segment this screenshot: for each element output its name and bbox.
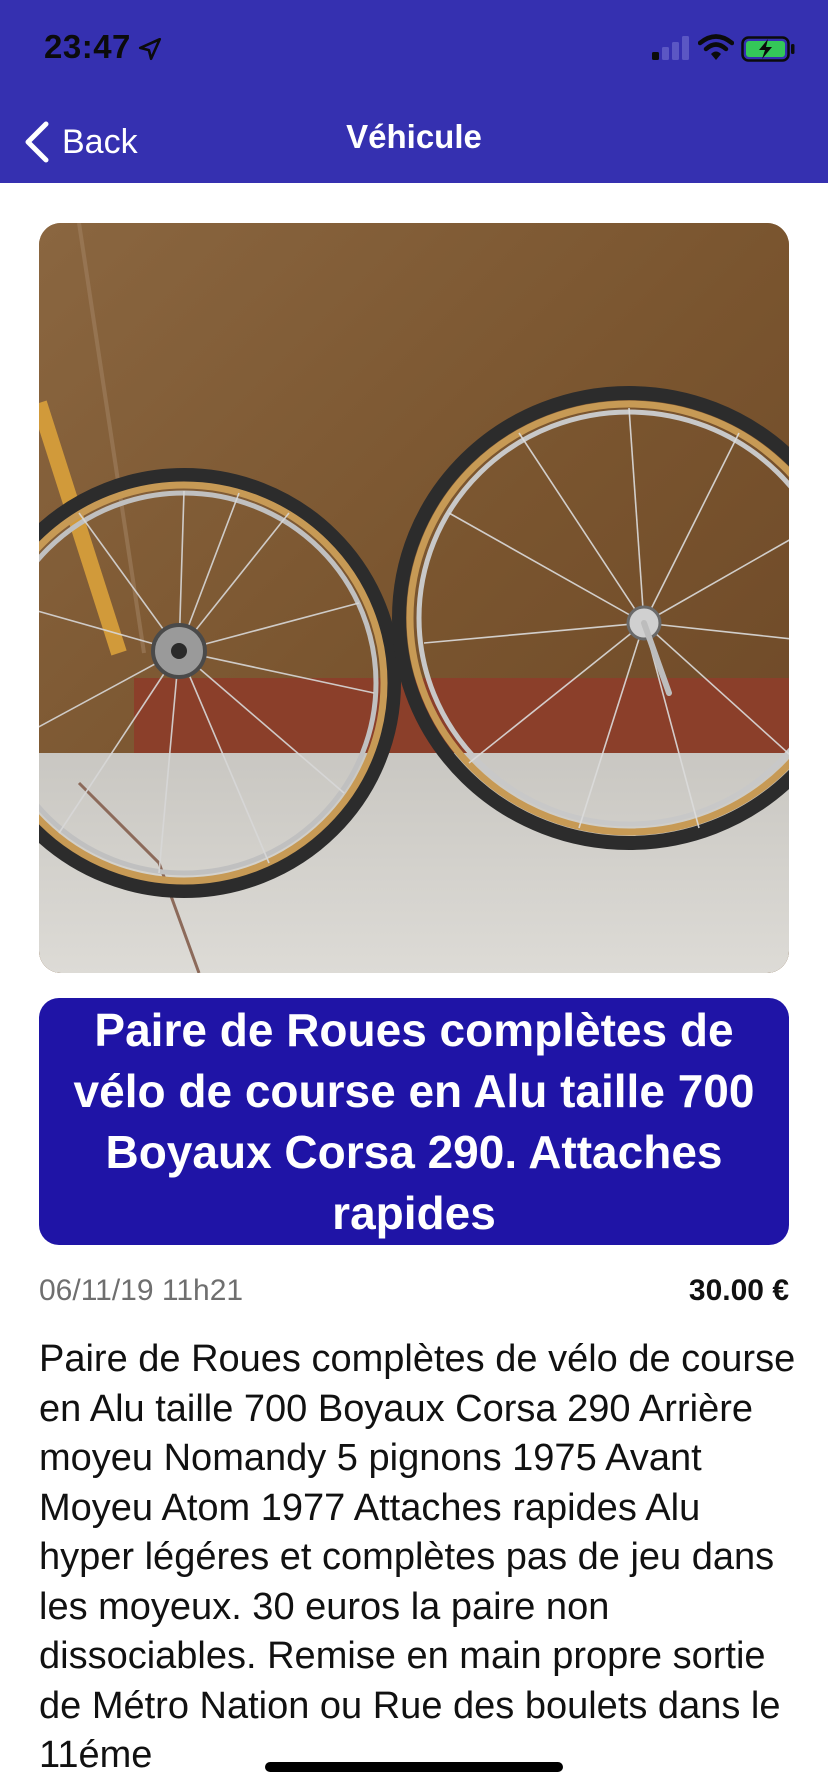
listing-photo[interactable]: [39, 223, 789, 973]
nav-header: 23:47 Back Véhicule: [0, 0, 828, 183]
page-title: Véhicule: [346, 118, 482, 155]
wifi-icon: [698, 34, 734, 60]
listing-title-banner: Paire de Roues complètes de vélo de cour…: [39, 998, 789, 1245]
listing-date: 06/11/19 11h21: [39, 1274, 244, 1307]
location-arrow-icon: [138, 37, 162, 61]
bicycle-wheels-image: [39, 223, 789, 973]
cellular-signal-icon: [652, 36, 689, 60]
listing-price: 30.00 €: [688, 1274, 789, 1307]
listing-title: Paire de Roues complètes de vélo de cour…: [73, 1003, 755, 1239]
listing-description: Paire de Roues complètes de vélo de cour…: [39, 1338, 796, 1776]
home-indicator[interactable]: [265, 1762, 563, 1772]
status-time: 23:47: [44, 28, 131, 65]
battery-charging-icon: [741, 36, 795, 62]
